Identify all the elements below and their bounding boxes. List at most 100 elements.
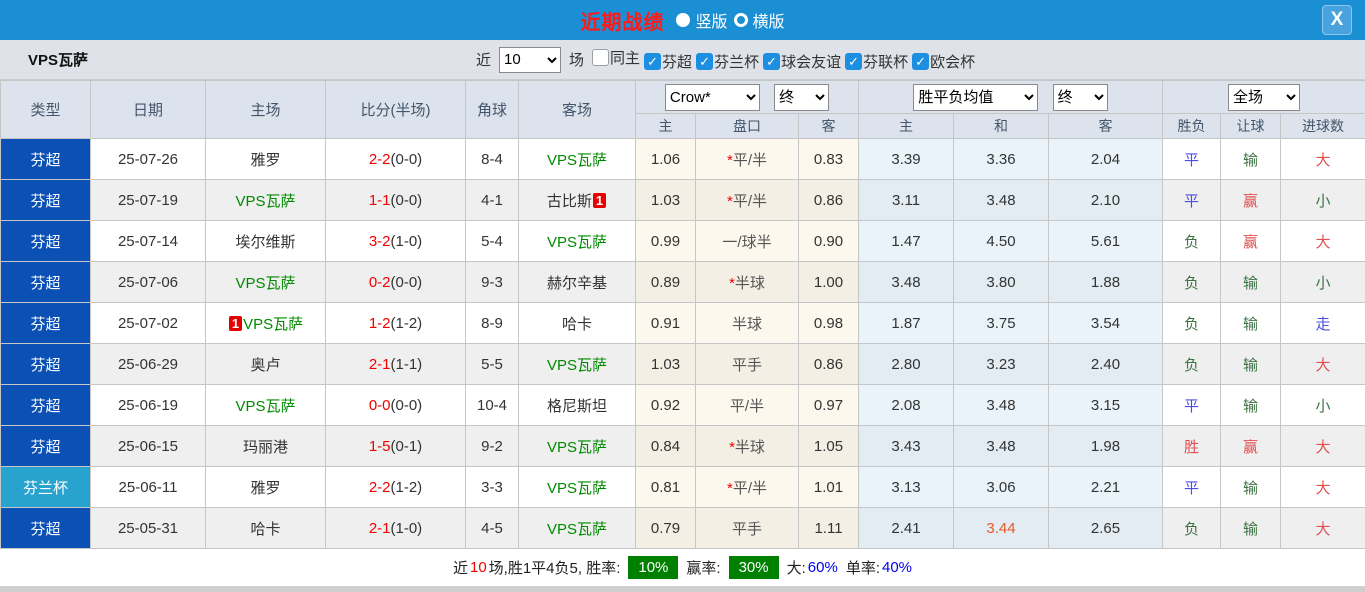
full-score: 3-2 <box>369 233 391 250</box>
team-name: VPS瓦萨 <box>28 49 88 70</box>
league-cell: 芬超 <box>1 385 91 426</box>
table-row: 芬超25-06-15玛丽港1-5(0-1)9-2VPS瓦萨0.84*半球1.05… <box>1 426 1365 467</box>
home-cell: 哈卡 <box>206 508 326 549</box>
team-name: 玛丽港 <box>243 439 288 456</box>
radio-icon[interactable] <box>734 13 748 27</box>
avg-away-cell: 2.04 <box>1049 139 1163 180</box>
filter-checkbox-item[interactable]: ✓球会友谊 <box>763 51 841 72</box>
avg-type-select[interactable]: 胜平负均值 <box>913 84 1038 111</box>
wdl-result-cell: 平 <box>1163 467 1221 508</box>
date-cell: 25-07-19 <box>91 180 206 221</box>
checkbox-icon[interactable]: ✓ <box>763 53 780 70</box>
goals-result-cell: 大 <box>1281 139 1365 180</box>
handicap-text: 一/球半 <box>722 234 771 251</box>
avg-away-cell: 3.15 <box>1049 385 1163 426</box>
score-cell: 1-2(1-2) <box>326 303 466 344</box>
filter-checkbox-item[interactable]: ✓芬兰杯 <box>696 51 759 72</box>
avg-draw-cell: 3.48 <box>954 385 1049 426</box>
score-cell: 1-5(0-1) <box>326 426 466 467</box>
corners-cell: 8-9 <box>466 303 519 344</box>
goals-result-cell: 大 <box>1281 467 1365 508</box>
date-cell: 25-06-11 <box>91 467 206 508</box>
goals-result-cell: 小 <box>1281 385 1365 426</box>
team-name: VPS瓦萨 <box>547 480 607 497</box>
handicap-result-cell: 赢 <box>1221 221 1281 262</box>
goals-result-cell: 走 <box>1281 303 1365 344</box>
avg-time-select[interactable]: 终 <box>1053 84 1108 111</box>
half-score: (1-2) <box>391 479 423 496</box>
handicap-cell: *平/半 <box>696 467 799 508</box>
filter-checkbox-item[interactable]: ✓欧会杯 <box>912 51 975 72</box>
col-header-date: 日期 <box>91 81 206 139</box>
odds-company-select[interactable]: Crow* <box>665 84 760 111</box>
checkbox-icon[interactable]: ✓ <box>845 53 862 70</box>
wdl-result-cell: 负 <box>1163 262 1221 303</box>
odds-home-cell: 1.03 <box>636 180 696 221</box>
odds-time-select[interactable]: 终 <box>774 84 829 111</box>
avg-draw-cell: 3.48 <box>954 426 1049 467</box>
goals-result-cell: 小 <box>1281 180 1365 221</box>
close-icon[interactable]: X <box>1322 5 1352 35</box>
handicap-result-cell: 输 <box>1221 344 1281 385</box>
half-score: (1-0) <box>391 520 423 537</box>
filter-checkbox-item[interactable]: 同主 <box>592 47 640 68</box>
win-rate-badge: 10% <box>628 556 678 579</box>
away-cell: VPS瓦萨 <box>519 467 636 508</box>
away-cell: 哈卡 <box>519 303 636 344</box>
full-score: 1-2 <box>369 315 391 332</box>
away-cell: VPS瓦萨 <box>519 508 636 549</box>
odds-home-cell: 0.92 <box>636 385 696 426</box>
table-row: 芬超25-07-26雅罗2-2(0-0)8-4VPS瓦萨1.06*平/半0.83… <box>1 139 1365 180</box>
handicap-text: 平/半 <box>733 152 767 169</box>
league-cell: 芬超 <box>1 508 91 549</box>
filter-checkbox-item[interactable]: ✓芬超 <box>644 51 692 72</box>
avg-away-cell: 2.21 <box>1049 467 1163 508</box>
checkbox-icon[interactable] <box>592 49 609 66</box>
away-cell: VPS瓦萨 <box>519 344 636 385</box>
score-cell: 2-2(0-0) <box>326 139 466 180</box>
checkbox-icon[interactable]: ✓ <box>696 53 713 70</box>
full-score: 1-5 <box>369 438 391 455</box>
radio-icon[interactable] <box>676 13 690 27</box>
odds-away-cell: 0.83 <box>799 139 859 180</box>
team-name: VPS瓦萨 <box>547 357 607 374</box>
checkbox-icon[interactable]: ✓ <box>644 53 661 70</box>
filter-label: 芬超 <box>662 51 692 72</box>
results-table-body: 芬超25-07-26雅罗2-2(0-0)8-4VPS瓦萨1.06*平/半0.83… <box>1 139 1365 549</box>
team-name: VPS瓦萨 <box>547 152 607 169</box>
odds-home-cell: 1.06 <box>636 139 696 180</box>
checkbox-icon[interactable]: ✓ <box>912 53 929 70</box>
handicap-text: 平/半 <box>730 398 764 415</box>
avg-away-cell: 5.61 <box>1049 221 1163 262</box>
date-cell: 25-06-15 <box>91 426 206 467</box>
league-cell: 芬超 <box>1 303 91 344</box>
handicap-result-cell: 输 <box>1221 139 1281 180</box>
handicap-cell: 平手 <box>696 508 799 549</box>
avg-away-cell: 2.40 <box>1049 344 1163 385</box>
filter-label: 同主 <box>610 47 640 68</box>
big-label: 大: <box>787 557 806 578</box>
date-cell: 25-06-19 <box>91 385 206 426</box>
filter-checkbox-item[interactable]: ✓芬联杯 <box>845 51 908 72</box>
home-cell: 雅罗 <box>206 139 326 180</box>
scope-select[interactable]: 全场 <box>1228 84 1300 111</box>
red-badge: 1 <box>229 316 242 331</box>
summary-count: 10 <box>470 559 487 576</box>
subcol-goals: 进球数 <box>1281 114 1365 139</box>
full-score: 2-1 <box>369 520 391 537</box>
filter-label: 芬兰杯 <box>714 51 759 72</box>
wdl-result-cell: 平 <box>1163 139 1221 180</box>
team-name: 古比斯 <box>547 193 592 210</box>
odd-rate: 40% <box>882 559 912 576</box>
table-row: 芬超25-05-31哈卡2-1(1-0)4-5VPS瓦萨0.79平手1.112.… <box>1 508 1365 549</box>
col-header-type: 类型 <box>1 81 91 139</box>
view-option[interactable]: 横版 <box>734 8 785 32</box>
avg-home-cell: 1.87 <box>859 303 954 344</box>
odds-away-cell: 0.90 <box>799 221 859 262</box>
handicap-result-cell: 输 <box>1221 262 1281 303</box>
match-count-select[interactable]: 10 <box>499 47 561 73</box>
odds-home-cell: 0.79 <box>636 508 696 549</box>
summary-prefix: 近 <box>453 557 468 578</box>
view-option[interactable]: 竖版 <box>676 8 727 32</box>
team-name: VPS瓦萨 <box>243 316 303 333</box>
